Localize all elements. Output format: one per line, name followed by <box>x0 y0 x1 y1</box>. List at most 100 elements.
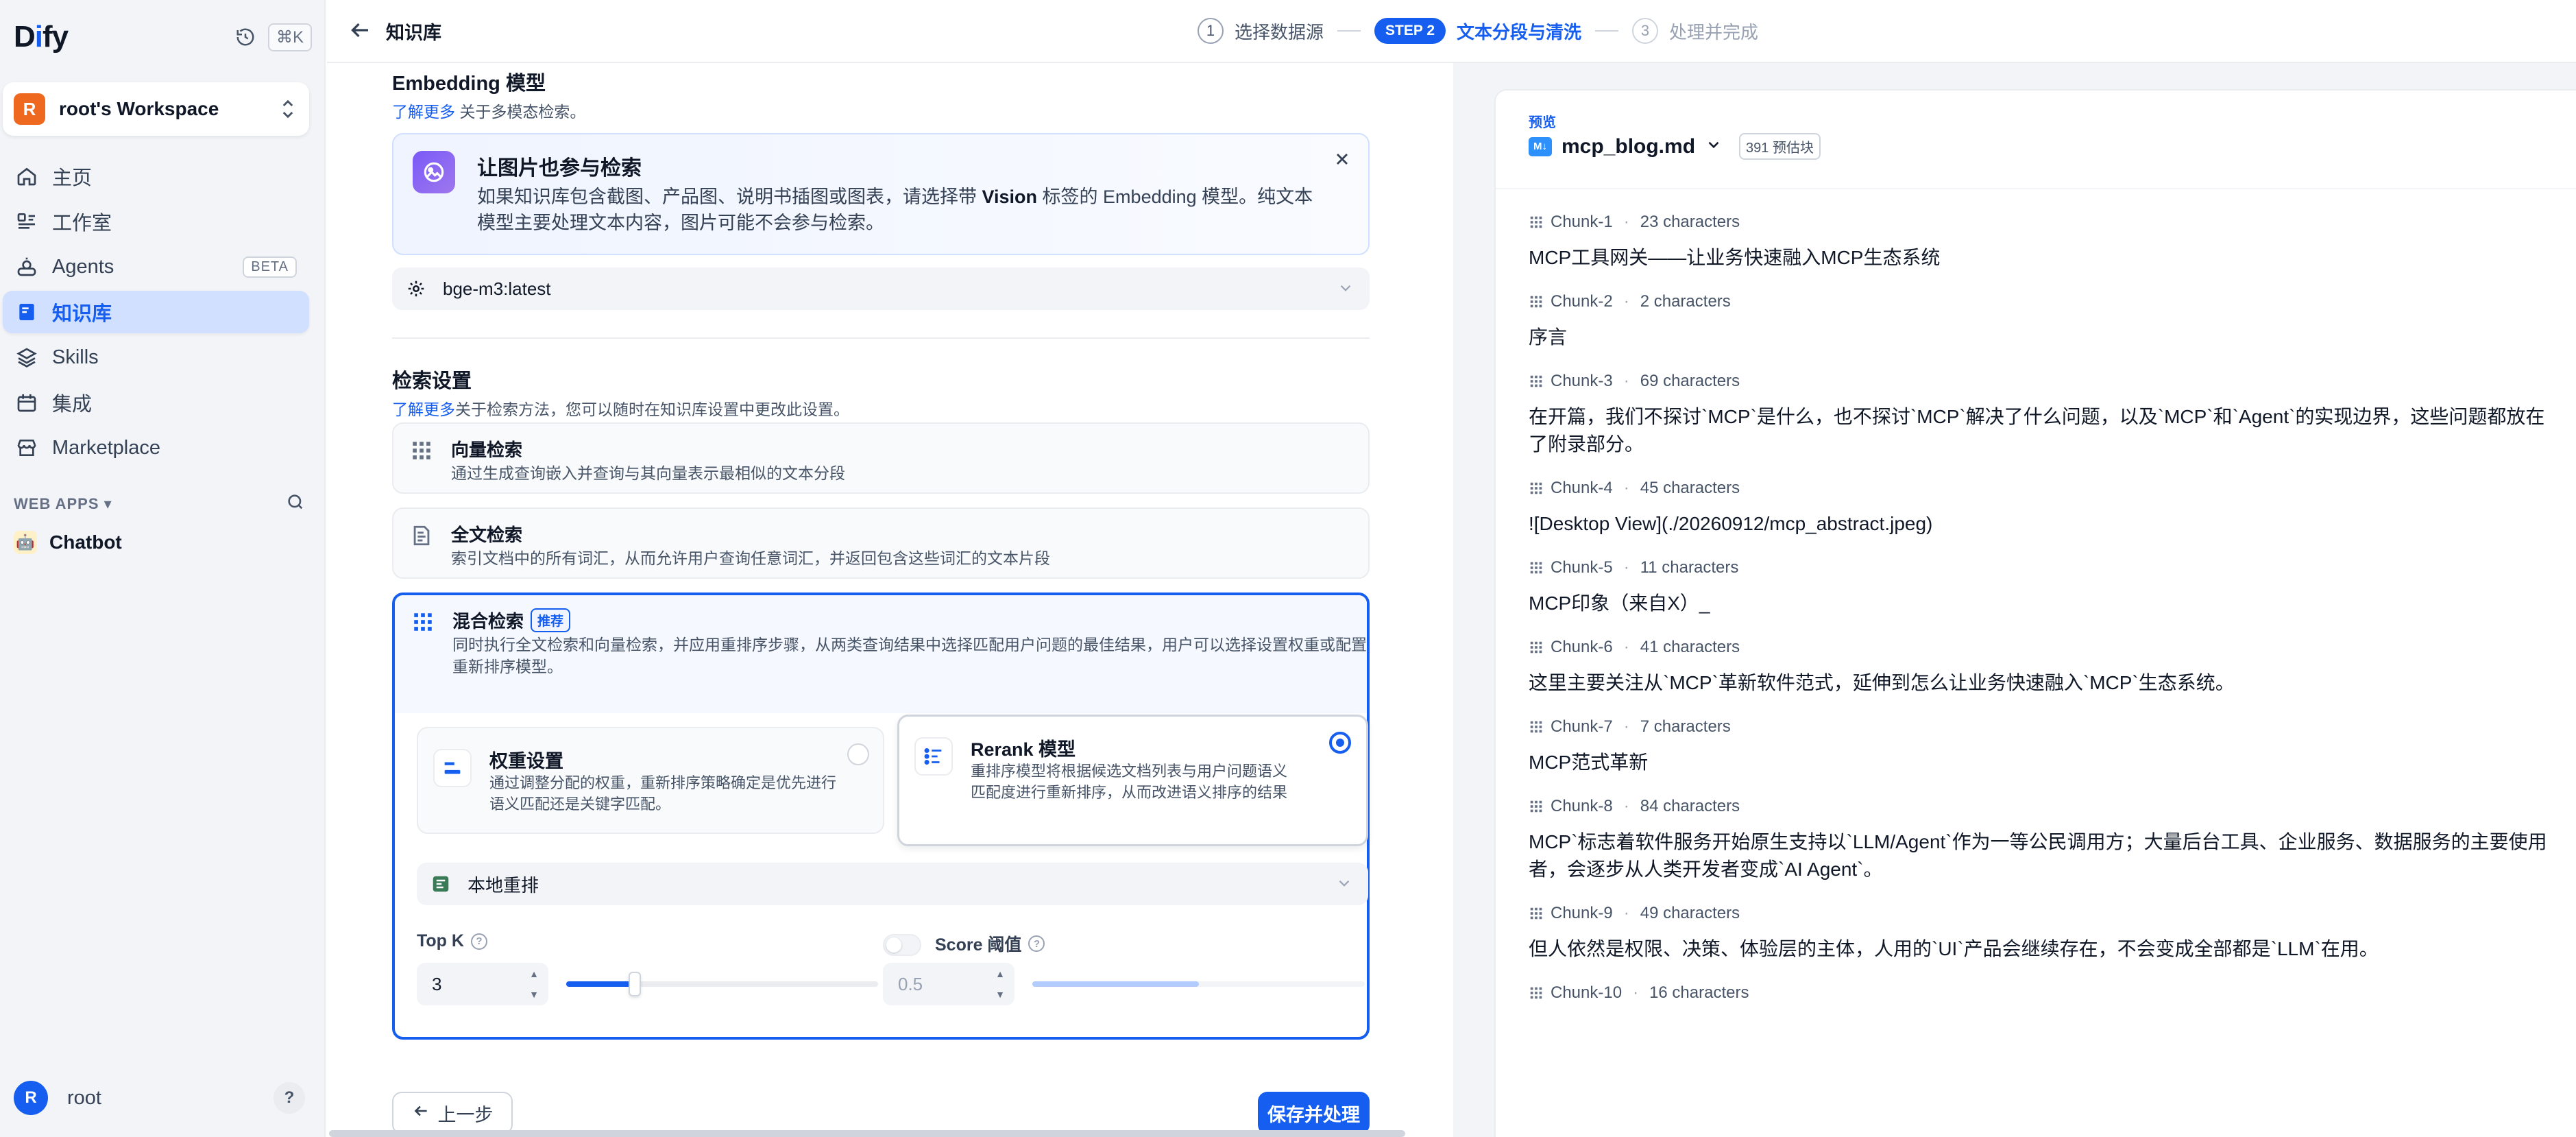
learn-more-link[interactable]: 了解更多 <box>392 103 455 121</box>
rerank-model-select[interactable]: 本地重排 <box>417 863 1368 905</box>
chunk-chars: 16 characters <box>1649 983 1749 1002</box>
grip-icon <box>1529 906 1544 921</box>
chunk-count-badge: 391 预估块 <box>1739 133 1821 160</box>
grip-icon <box>1529 719 1544 734</box>
chatbot-icon: 🤖 <box>14 531 37 554</box>
grip-icon <box>1529 481 1544 496</box>
marketplace-icon <box>15 436 38 459</box>
separator-dot: · <box>1623 797 1629 815</box>
user-name[interactable]: root <box>67 1087 274 1110</box>
topk-input[interactable]: 3 ▲ ▼ <box>417 963 548 1005</box>
hybrid-title-text: 混合检索 <box>452 611 524 632</box>
chunk-name: Chunk-1 <box>1551 213 1613 231</box>
user-avatar[interactable]: R <box>14 1081 48 1115</box>
rerank-radio[interactable] <box>1329 732 1351 754</box>
chunk-chars: 41 characters <box>1640 638 1740 656</box>
method-fulltext-search[interactable]: 全文检索 索引文档中的所有词汇，从而允许用户查询任意词汇，并返回包含这些词汇的文… <box>392 507 1370 579</box>
chunk-chars: 69 characters <box>1640 372 1740 390</box>
sidebar: Dify ⌘K R root's Workspace 主页 工作室 Agents… <box>0 0 326 1137</box>
learn-more-link[interactable]: 了解更多 <box>392 400 455 418</box>
save-and-process-button[interactable]: 保存并处理 <box>1258 1092 1370 1134</box>
preview-file-selector[interactable]: M↓ mcp_blog.md 391 预估块 <box>1529 133 1821 160</box>
option-weight-settings[interactable]: 权重设置 通过调整分配的权重，重新排序策略确定是优先进行语义匹配还是关键字匹配。 <box>417 727 884 834</box>
chunk-header: Chunk-10 · 16 characters <box>1529 982 2557 1004</box>
sidebar-item-home[interactable]: 主页 <box>3 155 309 198</box>
stepper-down-icon[interactable]: ▼ <box>529 989 539 1000</box>
chunk-header: Chunk-3 · 69 characters <box>1529 370 2557 392</box>
method-vector-search[interactable]: 向量检索 通过生成查询嵌入并查询与其向量表示最相似的文本分段 <box>392 422 1370 494</box>
embedding-model-select[interactable]: bge-m3:latest <box>392 267 1370 310</box>
dify-logo[interactable]: Dify <box>14 20 69 54</box>
score-input[interactable]: 0.5 ▲ ▼ <box>883 963 1014 1005</box>
chunk-item: Chunk-4 · 45 characters ![Desktop View](./2… <box>1529 477 2557 538</box>
stepper-up-icon[interactable]: ▲ <box>529 968 539 979</box>
section-divider <box>392 337 1370 339</box>
logo-row: Dify ⌘K <box>14 19 312 55</box>
sidebar-item-marketplace[interactable]: Marketplace <box>3 427 309 469</box>
breadcrumb[interactable]: 知识库 <box>386 18 441 45</box>
stepper-down-icon[interactable]: ▼ <box>995 989 1005 1000</box>
score-threshold-toggle[interactable] <box>883 934 921 956</box>
model-provider-icon <box>406 278 426 299</box>
sidebar-item-knowledge[interactable]: 知识库 <box>3 291 309 333</box>
markdown-file-icon: M↓ <box>1529 136 1552 156</box>
retrieval-subtitle: 了解更多关于检索方法，您可以随时在知识库设置中更改此设置。 <box>392 396 849 420</box>
chunk-header: Chunk-7 · 7 characters <box>1529 716 2557 738</box>
separator-dot: · <box>1623 904 1629 922</box>
topk-slider-thumb[interactable] <box>629 972 642 996</box>
step-1: 1 选择数据源 <box>1198 18 1324 44</box>
webapps-toggle[interactable]: WEB APPS ▾ <box>14 495 112 513</box>
studio-icon <box>15 210 38 233</box>
topk-value: 3 <box>432 973 442 994</box>
info-icon[interactable]: ? <box>470 933 487 950</box>
rerank-model-icon <box>430 874 451 894</box>
topk-stepper[interactable]: ▲ ▼ <box>526 968 542 1000</box>
search-icon[interactable] <box>286 492 305 515</box>
grip-icon <box>1529 640 1544 655</box>
chunk-text: ![Desktop View](./20260912/mcp_abstract.… <box>1529 513 1933 534</box>
sidebar-item-label: 知识库 <box>52 303 112 325</box>
step-number: 3 <box>1632 18 1659 44</box>
score-stepper[interactable]: ▲ ▼ <box>993 968 1008 1000</box>
close-icon[interactable] <box>1333 149 1353 170</box>
chunk-text: 序言 <box>1529 326 1568 348</box>
chunk-item: Chunk-10 · 16 characters <box>1529 982 2557 1004</box>
method-desc: 通过生成查询嵌入并查询与其向量表示最相似的文本分段 <box>451 464 845 482</box>
grip-icon <box>1529 374 1544 389</box>
info-icon[interactable]: ? <box>1028 935 1045 952</box>
chunk-chars: 49 characters <box>1640 904 1740 922</box>
horizontal-scrollbar[interactable] <box>329 1130 1405 1137</box>
preview-divider <box>1496 188 2576 189</box>
workspace-avatar: R <box>14 93 45 125</box>
chunk-chars: 45 characters <box>1640 479 1740 497</box>
score-slider[interactable] <box>1032 981 1365 987</box>
topk-slider[interactable] <box>566 972 878 996</box>
separator-dot: · <box>1623 372 1629 390</box>
option-rerank-model[interactable]: Rerank 模型 重排序模型将根据候选文档列表与用户问题语义匹配度进行重新排序… <box>897 715 1368 846</box>
separator-dot: · <box>1623 638 1629 656</box>
workspace-switcher[interactable]: R root's Workspace <box>3 82 309 136</box>
webapp-chatbot[interactable]: 🤖 Chatbot <box>14 531 122 554</box>
weight-radio[interactable] <box>847 743 869 765</box>
sidebar-item-label: Skills <box>52 346 99 368</box>
sidebar-item-agents[interactable]: Agents BETA <box>3 246 309 288</box>
score-slider-fill <box>1032 981 1199 987</box>
sidebar-item-integration[interactable]: 集成 <box>3 381 309 424</box>
webapp-label: Chatbot <box>49 531 122 553</box>
stepper-up-icon[interactable]: ▲ <box>995 968 1005 979</box>
history-icon[interactable] <box>234 25 257 49</box>
grip-icon <box>1529 294 1544 309</box>
chunk-header: Chunk-8 · 84 characters <box>1529 795 2557 817</box>
chevron-down-icon <box>1705 136 1723 157</box>
sidebar-item-skills[interactable]: Skills <box>3 336 309 379</box>
prev-step-button[interactable]: 上一步 <box>392 1092 513 1134</box>
search-shortcut[interactable]: ⌘K <box>267 23 312 51</box>
sidebar-item-studio[interactable]: 工作室 <box>3 200 309 243</box>
separator-dot: · <box>1623 479 1629 497</box>
vision-tip-card: 让图片也参与检索 如果知识库包含截图、产品图、说明书插图或图表，请选择带 Vis… <box>392 133 1370 255</box>
chunk-name: Chunk-8 <box>1551 797 1613 815</box>
help-button[interactable]: ? <box>274 1082 305 1114</box>
back-arrow-icon[interactable] <box>348 18 375 45</box>
retrieval-title: 检索设置 <box>392 370 472 392</box>
method-hybrid-search[interactable]: 混合检索 推荐 同时执行全文检索和向量检索，并应用重排序步骤，从两类查询结果中选… <box>392 593 1370 1040</box>
